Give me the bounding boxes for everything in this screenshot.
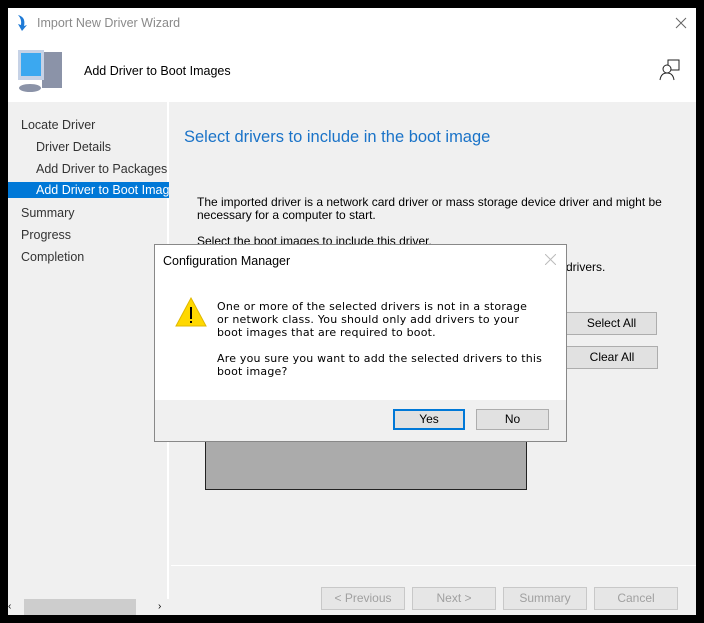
step-summary[interactable]: Summary xyxy=(8,204,169,222)
confirmation-dialog: Configuration Manager One or more of the… xyxy=(154,244,567,442)
dialog-footer: Yes No xyxy=(155,400,566,441)
page-heading: Select drivers to include in the boot im… xyxy=(184,128,491,146)
title-bar: Import New Driver Wizard xyxy=(8,8,696,40)
summary-button[interactable]: Summary xyxy=(503,587,587,610)
window-title: Import New Driver Wizard xyxy=(37,16,181,30)
step-locate-driver[interactable]: Locate Driver xyxy=(8,116,169,134)
dialog-question: Are you sure you want to add the selecte… xyxy=(217,352,543,378)
step-add-driver-to-boot-images[interactable]: Add Driver to Boot Images xyxy=(8,182,169,198)
clear-all-button[interactable]: Clear All xyxy=(566,346,658,369)
description-text: The imported driver is a network card dr… xyxy=(197,195,662,222)
close-icon[interactable] xyxy=(675,17,687,29)
next-button[interactable]: Next > xyxy=(412,587,496,610)
no-button[interactable]: No xyxy=(476,409,549,430)
step-driver-details[interactable]: Driver Details xyxy=(8,138,169,156)
step-add-driver-to-packages[interactable]: Add Driver to Packages xyxy=(8,160,169,178)
dialog-title: Configuration Manager xyxy=(163,254,291,268)
previous-button[interactable]: < Previous xyxy=(321,587,405,610)
wizard-header: Add Driver to Boot Images xyxy=(8,40,696,102)
scroll-right-icon[interactable]: › xyxy=(158,602,168,612)
dialog-message: One or more of the selected drivers is n… xyxy=(217,300,528,339)
wizard-arrow-icon xyxy=(18,15,27,31)
dialog-close-icon[interactable] xyxy=(545,254,556,265)
wizard-steps: Locate Driver Driver Details Add Driver … xyxy=(8,102,169,615)
sidebar-horizontal-scrollbar[interactable]: ‹ › xyxy=(8,599,169,615)
computer-icon xyxy=(18,50,62,92)
scrollbar-thumb[interactable] xyxy=(24,599,136,615)
partial-text: drivers. xyxy=(566,260,606,274)
user-feedback-icon[interactable] xyxy=(659,59,681,81)
header-title: Add Driver to Boot Images xyxy=(84,64,231,78)
scroll-left-icon[interactable]: ‹ xyxy=(8,602,18,612)
warning-icon xyxy=(175,297,207,327)
footer-divider xyxy=(171,565,696,566)
yes-button[interactable]: Yes xyxy=(393,409,465,430)
cancel-button[interactable]: Cancel xyxy=(594,587,678,610)
step-completion[interactable]: Completion xyxy=(8,248,169,266)
step-progress[interactable]: Progress xyxy=(8,226,169,244)
select-all-button[interactable]: Select All xyxy=(566,312,657,335)
